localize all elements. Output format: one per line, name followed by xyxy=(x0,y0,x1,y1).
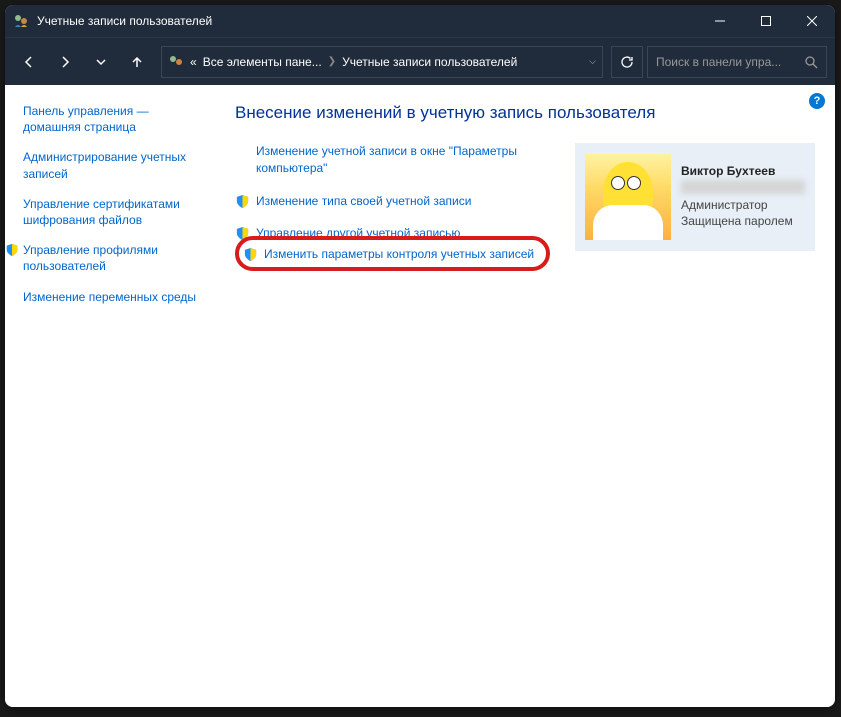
close-button[interactable] xyxy=(789,5,835,37)
forward-button[interactable] xyxy=(49,46,81,78)
minimize-button[interactable] xyxy=(697,5,743,37)
search-icon xyxy=(804,55,818,69)
content-area: ? Панель управления — домашняя страница … xyxy=(5,85,835,707)
window-controls xyxy=(697,5,835,37)
page-heading: Внесение изменений в учетную запись поль… xyxy=(235,103,815,123)
sidebar-item-certificates[interactable]: Управление сертификатами шифрования файл… xyxy=(23,196,203,228)
link-change-account-settings[interactable]: Изменение учетной записи в окне "Парамет… xyxy=(235,143,555,177)
search-placeholder: Поиск в панели упра... xyxy=(656,55,798,69)
breadcrumb-prefix: « xyxy=(190,55,197,69)
back-button[interactable] xyxy=(13,46,45,78)
user-protection: Защищена паролем xyxy=(681,214,805,230)
window-title: Учетные записи пользователей xyxy=(37,14,697,28)
maximize-button[interactable] xyxy=(743,5,789,37)
breadcrumb-item[interactable]: Учетные записи пользователей xyxy=(342,55,517,69)
navbar: « Все элементы пане... ❯ Учетные записи … xyxy=(5,37,835,85)
refresh-button[interactable] xyxy=(611,46,643,78)
highlight-annotation: Изменить параметры контроля учетных запи… xyxy=(235,236,550,271)
link-change-uac-settings[interactable]: Изменить параметры контроля учетных запи… xyxy=(243,246,534,263)
avatar xyxy=(585,154,671,240)
window: Учетные записи пользователей « Все элеме… xyxy=(5,5,835,707)
main-content: Внесение изменений в учетную запись поль… xyxy=(215,85,835,707)
recent-button[interactable] xyxy=(85,46,117,78)
breadcrumb-icon xyxy=(168,54,184,70)
up-button[interactable] xyxy=(121,46,153,78)
user-name: Виктор Бухтеев xyxy=(681,164,805,178)
app-icon xyxy=(13,13,29,29)
links-column: Изменение учетной записи в окне "Парамет… xyxy=(235,143,555,271)
sidebar-item-env-vars[interactable]: Изменение переменных среды xyxy=(23,289,203,305)
sidebar-item-profiles[interactable]: Управление профилями пользователей xyxy=(23,242,203,274)
breadcrumb-item[interactable]: Все элементы пане... xyxy=(203,55,322,69)
search-input[interactable]: Поиск в панели упра... xyxy=(647,46,827,78)
breadcrumb[interactable]: « Все элементы пане... ❯ Учетные записи … xyxy=(161,46,603,78)
user-card: Виктор Бухтеев Администратор Защищена па… xyxy=(575,143,815,251)
shield-icon xyxy=(243,247,258,262)
shield-icon xyxy=(5,243,19,257)
link-change-account-type[interactable]: Изменение типа своей учетной записи xyxy=(235,193,555,210)
user-role: Администратор xyxy=(681,198,805,214)
titlebar: Учетные записи пользователей xyxy=(5,5,835,37)
sidebar-item-admin-accounts[interactable]: Администрирование учетных записей xyxy=(23,149,203,181)
help-icon[interactable]: ? xyxy=(809,93,825,109)
user-email-redacted xyxy=(681,180,805,194)
user-info: Виктор Бухтеев Администратор Защищена па… xyxy=(681,164,805,229)
sidebar: Панель управления — домашняя страница Ад… xyxy=(5,85,215,707)
chevron-down-icon[interactable]: ⌵ xyxy=(589,56,596,67)
chevron-right-icon: ❯ xyxy=(328,56,336,67)
shield-icon xyxy=(235,194,250,209)
sidebar-item-home[interactable]: Панель управления — домашняя страница xyxy=(23,103,203,135)
